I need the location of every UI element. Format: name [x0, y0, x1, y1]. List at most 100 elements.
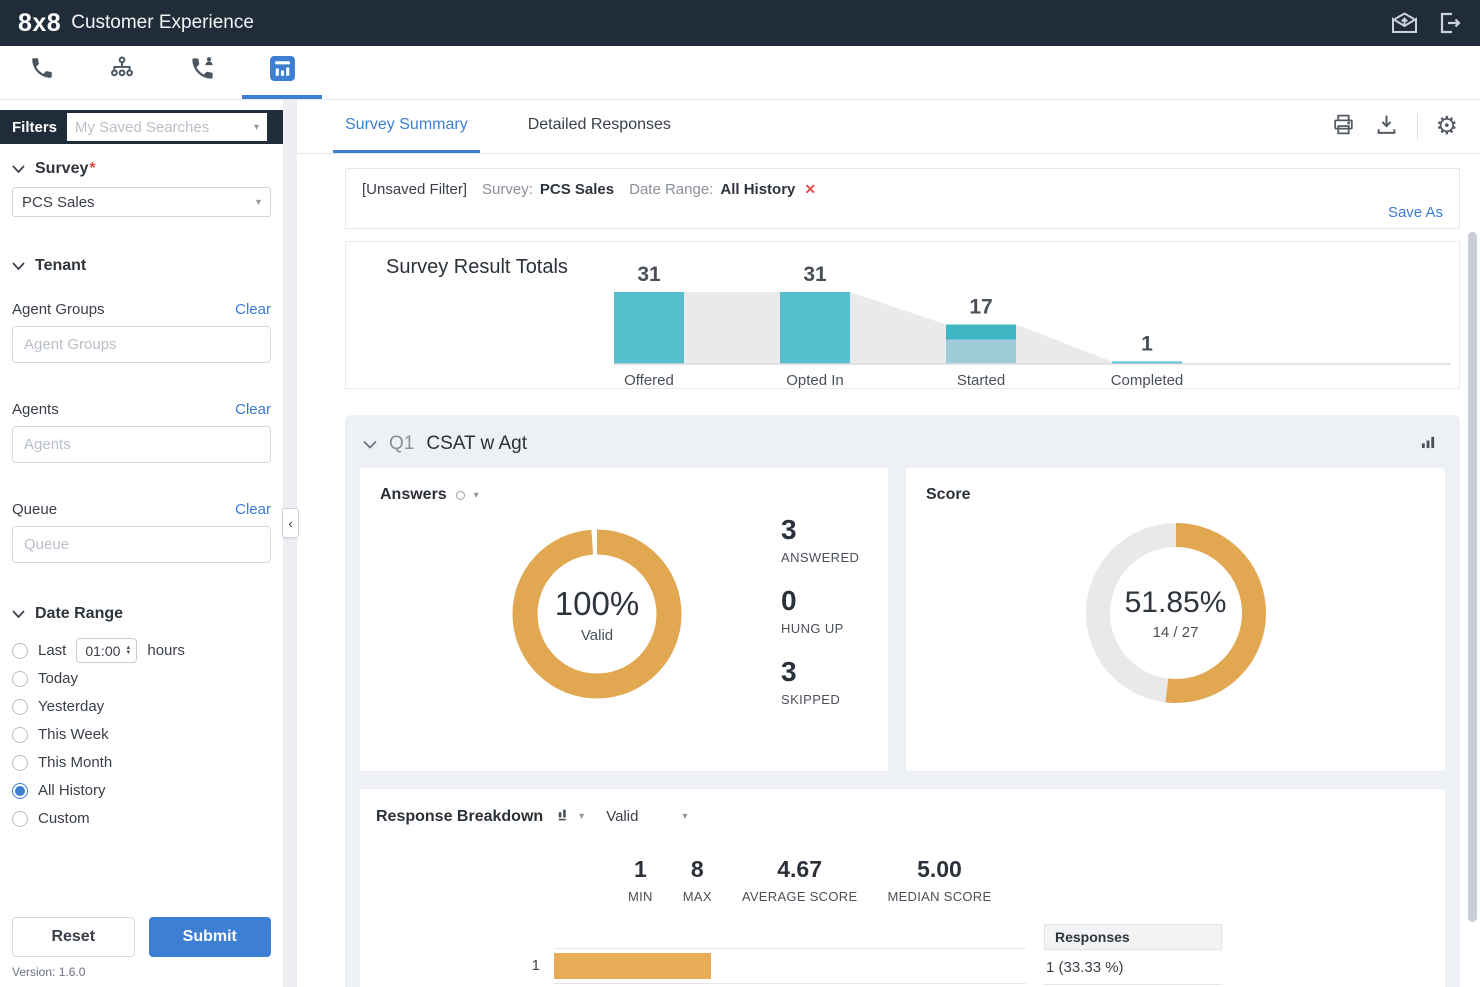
agents-clear-link[interactable]: Clear: [235, 401, 271, 418]
date-option-last[interactable]: Last 01:00 ▲▼ hours: [12, 641, 271, 660]
response-row-2: 2: [526, 983, 1026, 987]
question-1-section: Q1 CSAT w Agt Answers ▾: [345, 415, 1460, 987]
radio-icon[interactable]: [12, 699, 28, 715]
funnel-chart: 31Offered31Opted In17Started1Completed: [346, 244, 1456, 390]
filters-label: Filters: [0, 119, 67, 136]
date-option-this-week[interactable]: This Week: [12, 725, 271, 744]
gear-icon[interactable]: ⚙: [1436, 114, 1458, 139]
agent-groups-clear-link[interactable]: Clear: [235, 301, 271, 318]
tab-survey-summary[interactable]: Survey Summary: [333, 100, 480, 153]
save-as-link[interactable]: Save As: [1388, 204, 1443, 221]
nav-tab-reports[interactable]: [242, 46, 322, 99]
date-range-section-header[interactable]: Date Range: [12, 605, 271, 623]
response-breakdown-title: Response Breakdown: [376, 808, 543, 826]
date-filter-value: All History: [720, 181, 795, 198]
svg-text:Opted In: Opted In: [786, 372, 844, 389]
response-bar[interactable]: [554, 953, 711, 979]
chevron-down-icon: [363, 440, 377, 449]
date-option-custom[interactable]: Custom: [12, 809, 271, 828]
tab-detailed-responses[interactable]: Detailed Responses: [516, 100, 683, 153]
spinner-down-icon[interactable]: ▼: [125, 651, 131, 656]
score-title: Score: [926, 486, 970, 503]
answers-center-value: 100%: [555, 585, 639, 623]
agent-groups-input[interactable]: [12, 326, 271, 363]
download-icon[interactable]: [1374, 112, 1399, 142]
svg-text:Offered: Offered: [624, 372, 674, 389]
radio-icon[interactable]: [12, 671, 28, 687]
sidebar-scrollbar[interactable]: ‹: [283, 100, 297, 987]
main-scrollbar[interactable]: [1468, 232, 1477, 922]
survey-select[interactable]: PCS Sales ▾: [12, 187, 271, 217]
chevron-down-icon[interactable]: ▾: [579, 811, 584, 822]
reports-icon: [269, 55, 296, 87]
radio-icon[interactable]: [12, 643, 28, 659]
response-breakdown-card: Response Breakdown ▾ Valid ▾: [359, 788, 1446, 987]
valid-filter-select[interactable]: Valid: [606, 808, 638, 825]
nav-tab-agent-calls[interactable]: [162, 46, 242, 99]
unsaved-filter-label: [Unsaved Filter]: [362, 181, 467, 198]
queue-input[interactable]: [12, 526, 271, 563]
stat-average-score: 4.67 AVERAGE SCORE: [742, 856, 858, 904]
question-number: Q1: [389, 433, 414, 455]
submit-button[interactable]: Submit: [149, 917, 272, 957]
agents-label: Agents: [12, 401, 59, 418]
date-option-all-history[interactable]: All History: [12, 781, 271, 800]
score-center-value: 51.85%: [1125, 586, 1227, 620]
answers-card: Answers ▾ 100% Valid: [359, 467, 889, 772]
radio-icon[interactable]: [12, 755, 28, 771]
answers-donut: 100% Valid: [511, 528, 683, 700]
radio-icon[interactable]: [12, 727, 28, 743]
nav-tab-calls[interactable]: [2, 46, 82, 99]
module-nav: [0, 46, 1480, 100]
remove-filter-icon[interactable]: ✕: [804, 181, 816, 198]
score-card: Score 51.85% 14 / 27: [905, 467, 1446, 772]
chevron-down-icon[interactable]: ▾: [682, 811, 687, 822]
date-option-this-month[interactable]: This Month: [12, 753, 271, 772]
version-label: Version: 1.6.0: [12, 965, 85, 979]
logout-icon[interactable]: [1438, 11, 1462, 35]
responses-column-header: Responses: [1044, 924, 1222, 950]
stat-min: 1 MIN: [628, 856, 653, 904]
survey-section-header[interactable]: Survey*: [12, 160, 271, 178]
tenant-section-header[interactable]: Tenant: [12, 257, 271, 275]
chevron-down-icon: ▾: [256, 197, 261, 208]
share-feedback-icon[interactable]: [1391, 11, 1418, 35]
saved-searches-select[interactable]: My Saved Searches ▾: [67, 113, 267, 141]
app-title: Customer Experience: [71, 12, 254, 34]
score-center-label: 14 / 27: [1153, 624, 1199, 641]
svg-text:1: 1: [1141, 333, 1153, 356]
date-option-today[interactable]: Today: [12, 669, 271, 688]
last-hours-stepper[interactable]: 01:00 ▲▼: [76, 638, 137, 663]
date-option-yesterday[interactable]: Yesterday: [12, 697, 271, 716]
response-bar-chart: 1 2: [526, 924, 1026, 987]
required-asterisk: *: [89, 160, 95, 177]
reset-button[interactable]: Reset: [12, 917, 135, 957]
survey-section-label: Survey: [35, 160, 88, 177]
bar-chart-style-icon[interactable]: [557, 807, 571, 826]
svg-text:31: 31: [637, 263, 661, 286]
sidebar-collapse-button[interactable]: ‹: [282, 508, 299, 538]
nav-tab-ivr[interactable]: [82, 46, 162, 99]
org-chart-icon: [109, 55, 135, 86]
hours-suffix: hours: [147, 642, 185, 659]
top-header: 8x8 Customer Experience: [0, 0, 1480, 46]
report-tabs: Survey Summary Detailed Responses ⚙: [297, 100, 1480, 154]
app-window: 8x8 Customer Experience: [0, 0, 1480, 987]
stat-answered: 3 ANSWERED: [781, 516, 859, 565]
queue-clear-link[interactable]: Clear: [235, 501, 271, 518]
main-area: Survey Summary Detailed Responses ⚙: [297, 100, 1480, 987]
phone-icon: [29, 55, 55, 86]
question-1-header[interactable]: Q1 CSAT w Agt: [359, 425, 1446, 463]
responses-table: Responses 1 (33.33 %) 0: [1044, 924, 1222, 987]
chart-type-icon[interactable]: [1421, 434, 1442, 454]
radio-icon[interactable]: [12, 811, 28, 827]
agents-input[interactable]: [12, 426, 271, 463]
donut-style-icon[interactable]: [456, 491, 465, 500]
date-range-section-label: Date Range: [35, 605, 123, 623]
chevron-down-icon[interactable]: ▾: [474, 490, 479, 501]
print-icon[interactable]: [1331, 112, 1356, 142]
response-category-label: 1: [526, 957, 554, 974]
svg-text:Completed: Completed: [1111, 372, 1184, 389]
brand-logo: 8x8: [18, 9, 61, 38]
radio-selected-icon[interactable]: [12, 783, 28, 799]
